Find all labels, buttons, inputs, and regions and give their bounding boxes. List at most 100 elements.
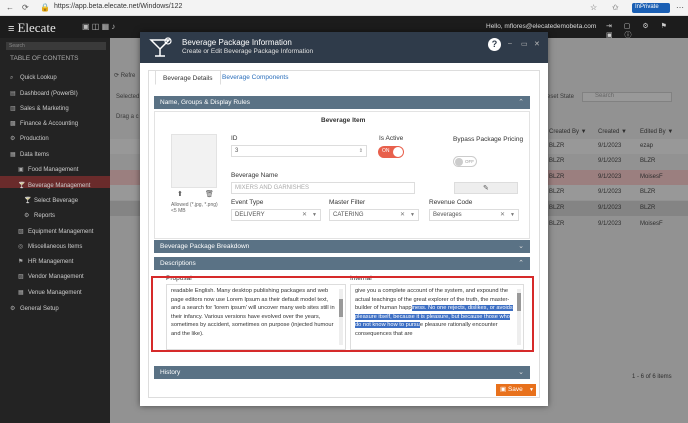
section-history[interactable]: History ⌄ [154, 366, 530, 379]
url-bar[interactable]: https://app.beta.elecate.net/Windows/122 [54, 3, 182, 10]
sidebar-item-label: Dashboard (PowerBI) [20, 91, 78, 97]
revenue-code-select[interactable]: Beverages ✕ ▼ [429, 209, 519, 221]
close-icon[interactable]: ✕ [534, 40, 540, 48]
lock-icon: 🔒 [40, 3, 50, 12]
search-icon: ⌕ [10, 75, 14, 81]
sidebar-item-label: HR Management [28, 259, 74, 265]
id-input[interactable]: 3 ⇕ [231, 145, 367, 157]
sidebar-item-general-setup[interactable]: ⚙ General Setup [10, 305, 59, 312]
tab-beverage-components[interactable]: Beverage Components [215, 70, 296, 85]
sidebar-item-reports[interactable]: ⚙ Reports [24, 212, 55, 219]
chevron-down-icon[interactable]: ▼ [510, 210, 515, 220]
modal-subtitle: Create or Edit Beverage Package Informat… [182, 48, 314, 55]
spinner-icon[interactable]: ⇕ [359, 146, 363, 156]
tab-beverage-details[interactable]: Beverage Details [155, 70, 221, 85]
sidebar-item-label: Quick Lookup [20, 75, 57, 81]
sidebar-item-label: Venue Management [28, 290, 82, 296]
sidebar-item-sales-marketing[interactable]: ▥ Sales & Marketing [10, 105, 69, 112]
toggle-knob [455, 158, 463, 166]
beverage-icon: 🍸 [18, 183, 26, 189]
browser-bar: ← ⟳ 🔒 https://app.beta.elecate.net/Windo… [0, 0, 688, 16]
section-breakdown[interactable]: Beverage Package Breakdown ⌄ [154, 240, 530, 253]
save-button[interactable]: ▣ Save ▼ [496, 384, 536, 396]
sidebar-item-label: Miscellaneous Items [28, 244, 83, 250]
active-label: Is Active [379, 135, 404, 142]
sidebar-item-quick-lookup[interactable]: ⌕ Quick Lookup [10, 75, 57, 82]
misc-icon: ◎ [18, 244, 24, 250]
sidebar-item-equipment-management[interactable]: ▧ Equipment Management [18, 228, 93, 235]
clear-icon[interactable]: ✕ [302, 210, 307, 220]
section-breakdown-label: Beverage Package Breakdown [160, 243, 250, 250]
beverage-name-input[interactable]: MIXERS AND GARNISHES [231, 182, 415, 194]
toolbar-icons[interactable]: ▣ ◫ ▦ ♪ [82, 22, 115, 31]
master-filter-select[interactable]: CATERING ✕ ▼ [329, 209, 419, 221]
minimize-icon[interactable]: – [508, 40, 512, 47]
section-names-label: Name, Groups & Display Rules [160, 99, 250, 106]
toc-heading: TABLE OF CONTENTS [10, 55, 79, 62]
maximize-icon[interactable]: ▭ [521, 40, 528, 48]
dashboard-icon: ▤ [10, 91, 16, 97]
delete-icon[interactable]: 🗑 [205, 190, 214, 198]
save-icon: ▣ [500, 386, 508, 393]
sidebar-item-dashboard-powerbi-[interactable]: ▤ Dashboard (PowerBI) [10, 90, 78, 97]
back-icon[interactable]: ← [6, 3, 14, 12]
active-toggle[interactable]: ON [378, 146, 404, 158]
chevron-down-icon[interactable]: ▼ [312, 210, 317, 220]
id-value: 3 [235, 148, 239, 154]
help-icon[interactable]: ? [488, 38, 501, 51]
list-icon: ▦ [10, 152, 16, 158]
section-names-groups[interactable]: Name, Groups & Display Rules ⌃ [154, 96, 530, 109]
clear-icon[interactable]: ✕ [400, 210, 405, 220]
sidebar-item-beverage-management[interactable]: 🍸 Beverage Management [18, 182, 90, 189]
master-filter-label: Master Filter [329, 199, 366, 206]
image-allowed-hint: Allowed (*.jpg, *.png) <5 MB [171, 202, 218, 214]
image-placeholder[interactable] [171, 134, 217, 188]
sidebar-item-data-items[interactable]: ▦ Data Items [10, 151, 49, 158]
highlight-annotation [151, 276, 534, 352]
inprivate-badge[interactable]: InPrivate [632, 3, 670, 13]
chevron-down-icon[interactable]: ▼ [529, 384, 534, 396]
chevron-down-icon[interactable]: ▼ [410, 210, 415, 220]
section-history-label: History [160, 369, 181, 376]
sidebar-item-label: Sales & Marketing [20, 106, 69, 112]
clear-icon[interactable]: ✕ [500, 210, 505, 220]
sidebar-search-input[interactable]: Search [6, 42, 106, 50]
sidebar-item-hr-management[interactable]: ⚑ HR Management [18, 258, 73, 265]
gear-icon: ⚙ [10, 306, 16, 312]
edit-name-button[interactable]: ✎ [454, 182, 518, 194]
sidebar-item-label: Production [20, 136, 49, 142]
app-logo[interactable]: ≡ Elecate [8, 20, 56, 36]
food-icon: ▣ [18, 167, 24, 173]
bypass-label: Bypass Package Pricing [453, 136, 524, 143]
gear-icon: ⚙ [24, 213, 30, 219]
sidebar-item-label: Vendor Management [28, 274, 84, 280]
sidebar-item-label: Equipment Management [28, 229, 94, 235]
bypass-toggle[interactable]: OFF [453, 156, 477, 167]
event-type-value: DELIVERY [235, 212, 265, 218]
sidebar-item-food-management[interactable]: ▣ Food Management [18, 166, 78, 173]
active-toggle-label: ON [382, 148, 390, 154]
revenue-code-label: Revenue Code [429, 199, 473, 206]
upload-icon[interactable]: ⬆ [177, 190, 183, 198]
menu-icon[interactable]: ⋯ [676, 3, 684, 12]
star-icon[interactable]: ☆ [590, 3, 597, 12]
section-descriptions[interactable]: Descriptions ⌃ [154, 257, 530, 270]
modal-header: Beverage Package Information Create or E… [140, 32, 548, 63]
beverage-item-heading: Beverage Item [321, 117, 366, 124]
sidebar-item-select-beverage[interactable]: 🍸 Select Beverage [24, 197, 78, 204]
sidebar-item-label: Select Beverage [34, 198, 79, 204]
sidebar-item-label: Data Items [20, 152, 50, 158]
refresh-icon[interactable]: ⟳ [22, 3, 29, 12]
section-descriptions-label: Descriptions [160, 260, 196, 267]
event-type-select[interactable]: DELIVERY ✕ ▼ [231, 209, 321, 221]
sidebar-item-vendor-management[interactable]: ▨ Vendor Management [18, 273, 84, 280]
master-filter-value: CATERING [333, 212, 364, 218]
beverage-item-panel: Beverage Item ⬆ 🗑 Allowed (*.jpg, *.png)… [154, 111, 530, 239]
vendor-icon: ▨ [18, 274, 24, 280]
sidebar-item-finance-accounting[interactable]: ▩ Finance & Accounting [10, 120, 78, 127]
favorites-icon[interactable]: ✩ [612, 3, 619, 12]
sidebar-item-production[interactable]: ⚙ Production [10, 135, 49, 142]
sidebar-item-label: General Setup [20, 306, 59, 312]
sidebar-item-venue-management[interactable]: ▦ Venue Management [18, 289, 82, 296]
sidebar-item-miscellaneous-items[interactable]: ◎ Miscellaneous Items [18, 243, 82, 250]
